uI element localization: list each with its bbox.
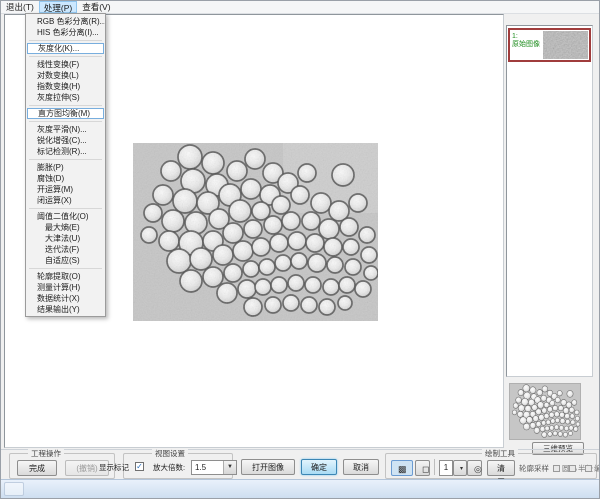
window-bottom-strip	[1, 479, 599, 499]
menu-view[interactable]: 查看(V)	[77, 1, 115, 13]
menu-item-contour[interactable]: 轮廓提取(O)	[26, 271, 105, 282]
history-list[interactable]: 1: 原始图像	[506, 25, 593, 377]
toolbar-divider	[434, 459, 435, 475]
zoom-factor-label: 放大倍数:	[153, 462, 185, 473]
combo-dropdown-icon[interactable]: ▼	[223, 461, 236, 474]
show-marks-label: 显示标记	[99, 462, 129, 473]
magnifier-icon: ◎	[474, 464, 482, 474]
menu-item-output[interactable]: 结果输出(Y)	[26, 304, 105, 315]
menu-item-grayscale[interactable]: 灰度化(K)...	[27, 43, 104, 54]
menu-item-close-op[interactable]: 闭运算(X)	[26, 195, 105, 206]
history-item-name: 原始图像	[512, 41, 542, 49]
menu-item-max-entropy[interactable]: 最大熵(E)	[26, 222, 105, 233]
history-item-thumbnail	[543, 31, 588, 59]
number-checkbox[interactable]	[585, 465, 592, 472]
menu-item-rgb-split[interactable]: RGB 色彩分离(R)...	[26, 16, 105, 27]
menu-separator	[26, 103, 105, 108]
menu-item-mark-detect[interactable]: 标记检测(R)...	[26, 146, 105, 157]
option-number[interactable]: 编号	[585, 463, 600, 474]
menu-process[interactable]: 处理(P)	[39, 1, 77, 13]
menu-item-adaptive[interactable]: 自适应(S)	[26, 255, 105, 266]
menu-separator	[26, 157, 105, 162]
menu-item-log[interactable]: 对数变换(L)	[26, 70, 105, 81]
done-button[interactable]: 完成	[17, 460, 57, 476]
pen-size-field[interactable]: 1	[439, 460, 453, 476]
clear-screen-button[interactable]: 清屏	[487, 460, 515, 476]
menu-separator	[26, 206, 105, 211]
open-image-button[interactable]: 打开图像	[241, 459, 295, 475]
menu-item-smooth[interactable]: 灰度平滑(N)...	[26, 124, 105, 135]
menu-item-statistics[interactable]: 数据统计(X)	[26, 293, 105, 304]
menu-item-sharpen[interactable]: 锐化增强(C)...	[26, 135, 105, 146]
menu-item-dilate[interactable]: 膨胀(P)	[26, 162, 105, 173]
eraser-tool-button[interactable]: ◻	[415, 460, 430, 476]
eraser-icon: ◻	[422, 464, 429, 474]
app-window: 退出(T) 处理(P) 查看(V) RGB 色彩分离(R)... HIS 色彩分…	[0, 0, 600, 499]
view-group-title: 视图设置	[152, 449, 188, 458]
menu-item-hist-equalize[interactable]: 直方图均衡(M)	[27, 108, 104, 119]
menu-separator	[26, 119, 105, 124]
brush-tool-button[interactable]: ▩	[391, 460, 413, 476]
show-marks-checkbox[interactable]: ✓	[135, 462, 144, 471]
overlay-label: 轮廓采样	[519, 463, 549, 474]
pen-size-stepper[interactable]: ▾	[453, 460, 467, 476]
menu-item-linear[interactable]: 线性变换(F)	[26, 59, 105, 70]
history-item-label: 1: 原始图像	[510, 30, 542, 60]
zoom-factor-combo[interactable]: 1.5 ▼	[191, 460, 237, 475]
zoom-tool-button[interactable]: ◎	[467, 460, 482, 476]
center-checkbox[interactable]	[553, 465, 560, 472]
menu-exit[interactable]: 退出(T)	[1, 1, 39, 13]
menu-separator	[26, 38, 105, 43]
menu-item-threshold[interactable]: 阈值二值化(O)	[26, 211, 105, 222]
step-group-title: 工程操作	[28, 449, 64, 458]
menu-item-otsu[interactable]: 大津法(U)	[26, 233, 105, 244]
history-item-selected[interactable]: 1: 原始图像	[508, 28, 591, 62]
menu-item-open-op[interactable]: 开运算(M)	[26, 184, 105, 195]
menu-item-stretch[interactable]: 灰度拉伸(S)	[26, 92, 105, 103]
cancel-button[interactable]: 取消	[343, 459, 379, 475]
microsphere-image[interactable]	[133, 143, 378, 321]
menu-item-iterative[interactable]: 迭代法(F)	[26, 244, 105, 255]
menu-item-his-split[interactable]: HIS 色彩分离(I)...	[26, 27, 105, 38]
history-item-index: 1:	[512, 33, 542, 41]
menu-separator	[26, 54, 105, 59]
ok-button[interactable]: 确定	[301, 459, 337, 475]
menu-item-exp[interactable]: 指数变换(H)	[26, 81, 105, 92]
menu-item-measure[interactable]: 测量计算(H)	[26, 282, 105, 293]
radius-checkbox[interactable]	[569, 465, 576, 472]
menu-item-erode[interactable]: 腐蚀(D)	[26, 173, 105, 184]
draw-group-title: 绘制工具	[482, 449, 518, 458]
zoom-factor-value: 1.5	[192, 461, 223, 474]
option-number-label: 编号	[594, 464, 600, 473]
resize-grip	[4, 482, 24, 496]
preview-thumbnail[interactable]	[509, 383, 581, 440]
process-dropdown-menu: RGB 色彩分离(R)... HIS 色彩分离(I)... 灰度化(K)... …	[25, 13, 106, 317]
brush-icon: ▩	[398, 464, 407, 474]
menu-separator	[26, 266, 105, 271]
